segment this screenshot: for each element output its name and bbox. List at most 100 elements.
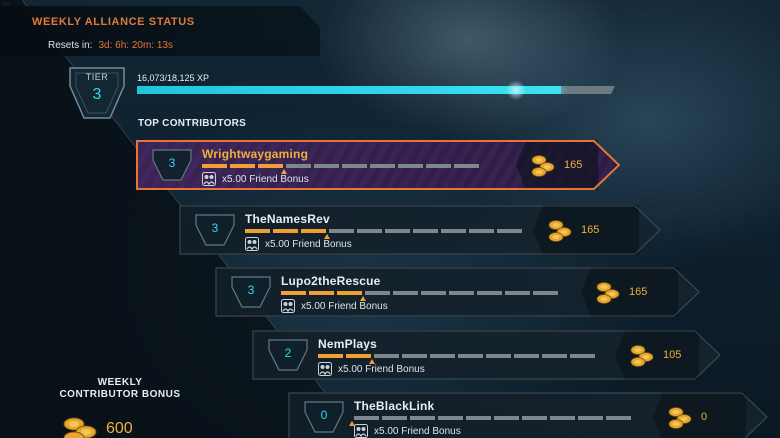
tier-label: TIER bbox=[85, 72, 109, 82]
contribution-segment bbox=[522, 416, 547, 420]
tier-value: 3 bbox=[92, 86, 102, 103]
contribution-segment bbox=[449, 291, 474, 295]
player-name[interactable]: TheBlackLink bbox=[354, 399, 434, 413]
page-title: WEEKLY ALLIANCE STATUS bbox=[32, 16, 195, 28]
contribution-segment bbox=[413, 229, 438, 233]
coin-stack-icon bbox=[630, 345, 654, 367]
friend-bonus-icon bbox=[318, 362, 332, 376]
contributor-row[interactable]: 0 TheBlackLink x5.00 Friend Bonus 0 bbox=[288, 392, 768, 438]
weekly-bonus-value: 600 bbox=[106, 420, 133, 437]
contribution-segment bbox=[410, 416, 435, 420]
contribution-segment bbox=[230, 164, 255, 168]
contribution-segment bbox=[357, 229, 382, 233]
contribution-segment bbox=[486, 354, 511, 358]
xp-progress-fill bbox=[137, 86, 561, 94]
contribution-segment bbox=[458, 354, 483, 358]
contribution-segment bbox=[497, 229, 522, 233]
contribution-segments bbox=[318, 354, 595, 358]
contribution-segment bbox=[301, 229, 326, 233]
contribution-segment bbox=[430, 354, 455, 358]
contribution-segment bbox=[374, 354, 399, 358]
contribution-segments bbox=[202, 164, 479, 168]
contribution-segment bbox=[454, 164, 479, 168]
contribution-segment bbox=[466, 416, 491, 420]
xp-progress-bar bbox=[137, 86, 615, 94]
contribution-segment bbox=[329, 229, 354, 233]
contribution-segment bbox=[533, 291, 558, 295]
contribution-segment bbox=[337, 291, 362, 295]
coin-panel bbox=[615, 330, 699, 380]
contribution-segment bbox=[309, 291, 334, 295]
contribution-segment bbox=[438, 416, 463, 420]
friend-bonus-icon bbox=[245, 237, 259, 251]
contribution-segment bbox=[494, 416, 519, 420]
player-name[interactable]: NemPlays bbox=[318, 337, 377, 351]
contribution-segment bbox=[281, 291, 306, 295]
friend-bonus-text: x5.00 Friend Bonus bbox=[222, 174, 309, 185]
xp-text: 16,073/18,125 XP bbox=[137, 73, 210, 83]
contributor-row[interactable]: 2 NemPlays x5.00 Friend Bonus 105 bbox=[252, 330, 721, 380]
contribution-segment bbox=[314, 164, 339, 168]
contribution-segments bbox=[281, 291, 558, 295]
coin-stack-icon bbox=[548, 220, 572, 242]
contribution-segment bbox=[286, 164, 311, 168]
contribution-segment bbox=[469, 229, 494, 233]
friend-bonus-text: x5.00 Friend Bonus bbox=[374, 426, 461, 437]
friend-bonus-icon bbox=[354, 424, 368, 438]
contribution-segment bbox=[342, 164, 367, 168]
coin-panel bbox=[516, 140, 598, 190]
contribution-segment bbox=[398, 164, 423, 168]
contribution-segment bbox=[365, 291, 390, 295]
contribution-segment bbox=[258, 164, 283, 168]
contribution-segment bbox=[441, 229, 466, 233]
contribution-segment bbox=[542, 354, 567, 358]
contribution-segment bbox=[578, 416, 603, 420]
rank-value: 3 bbox=[211, 221, 219, 235]
player-name[interactable]: Lupo2theRescue bbox=[281, 274, 381, 288]
contribution-segment bbox=[385, 229, 410, 233]
rank-value: 3 bbox=[168, 156, 176, 170]
contribution-segment bbox=[202, 164, 227, 168]
contribution-segment bbox=[477, 291, 502, 295]
coin-value: 105 bbox=[663, 349, 682, 361]
contribution-segment bbox=[273, 229, 298, 233]
contribution-segment bbox=[426, 164, 451, 168]
contributor-row[interactable]: 3 TheNamesRev x5.00 Friend Bonus 165 bbox=[179, 205, 661, 255]
contribution-segments bbox=[354, 416, 631, 420]
weekly-bonus-label-line2: CONTRIBUTOR BONUS bbox=[59, 389, 181, 400]
reset-label: Resets in: bbox=[48, 40, 93, 51]
contribution-segment bbox=[402, 354, 427, 358]
coin-value: 165 bbox=[581, 224, 600, 236]
contribution-segment bbox=[393, 291, 418, 295]
contribution-segment bbox=[606, 416, 631, 420]
rank-value: 3 bbox=[247, 283, 255, 297]
coin-value: 165 bbox=[564, 159, 583, 171]
rank-value: 2 bbox=[284, 346, 292, 360]
player-name[interactable]: Wrightwaygaming bbox=[202, 147, 308, 161]
coin-stack-icon bbox=[63, 417, 97, 438]
player-name[interactable]: TheNamesRev bbox=[245, 212, 330, 226]
coin-value: 0 bbox=[701, 411, 708, 423]
weekly-bonus-label-line1: WEEKLY bbox=[97, 377, 143, 388]
contribution-segment bbox=[570, 354, 595, 358]
friend-bonus-icon bbox=[202, 172, 216, 186]
coin-stack-icon bbox=[668, 407, 692, 429]
friend-bonus-icon bbox=[281, 299, 295, 313]
contribution-segment bbox=[318, 354, 343, 358]
contributor-row[interactable]: 3 Wrightwaygaming x5.00 Friend Bonus 165 bbox=[136, 140, 620, 190]
friend-bonus-text: x5.00 Friend Bonus bbox=[301, 301, 388, 312]
reset-countdown: 3d: 6h: 20m: 13s bbox=[98, 40, 173, 51]
contribution-segment bbox=[382, 416, 407, 420]
contributor-row[interactable]: 3 Lupo2theRescue x5.00 Friend Bonus 165 bbox=[215, 267, 700, 317]
coin-stack-icon bbox=[531, 155, 555, 177]
xp-flare bbox=[506, 80, 526, 100]
contribution-segment bbox=[370, 164, 395, 168]
weekly-bonus-label: WEEKLY CONTRIBUTOR BONUS bbox=[40, 377, 200, 401]
friend-bonus-text: x5.00 Friend Bonus bbox=[338, 364, 425, 375]
contribution-segment bbox=[505, 291, 530, 295]
contribution-segment bbox=[421, 291, 446, 295]
friend-bonus-text: x5.00 Friend Bonus bbox=[265, 239, 352, 250]
coin-value: 165 bbox=[629, 286, 648, 298]
contribution-segment bbox=[346, 354, 371, 358]
contribution-segment bbox=[354, 416, 379, 420]
